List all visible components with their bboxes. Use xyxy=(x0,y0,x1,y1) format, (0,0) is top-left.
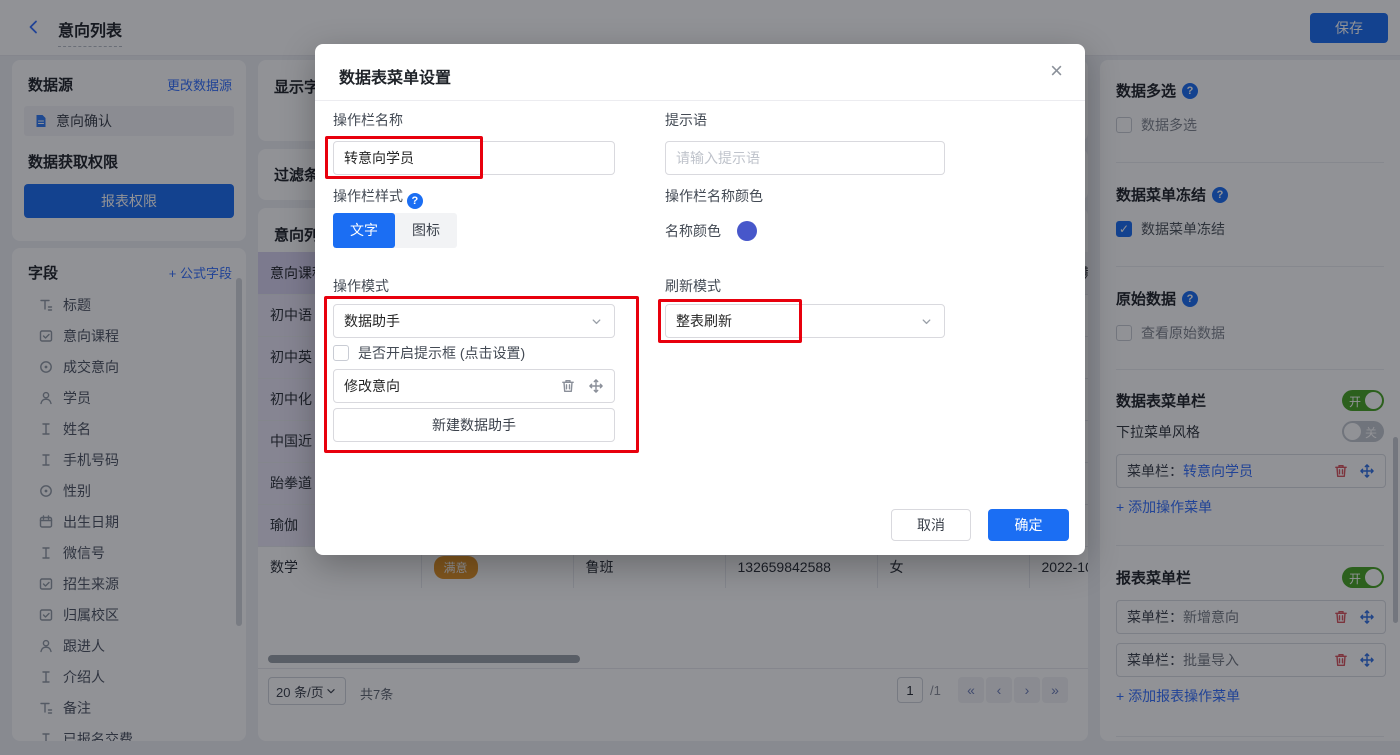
assistant-name: 修改意向 xyxy=(344,376,400,396)
action-style-label: 操作栏样式 ? xyxy=(333,186,423,209)
tip-box-checkbox-label: 是否开启提示框 (点击设置) xyxy=(358,343,525,363)
name-color-label: 名称颜色 xyxy=(665,221,721,241)
chevron-down-icon xyxy=(919,314,934,329)
confirm-button[interactable]: 确定 xyxy=(988,509,1069,541)
modal-title: 数据表菜单设置 xyxy=(339,64,451,88)
tab-text[interactable]: 文字 xyxy=(333,213,395,248)
trash-icon[interactable] xyxy=(560,378,576,394)
name-color-row: 名称颜色 xyxy=(665,221,757,241)
name-color-section-label: 操作栏名称颜色 xyxy=(665,186,763,206)
operation-mode-select[interactable]: 数据助手 xyxy=(333,304,615,338)
move-icon[interactable] xyxy=(588,378,604,394)
data-assistant-item[interactable]: 修改意向 xyxy=(333,369,615,403)
chevron-down-icon xyxy=(589,314,604,329)
modal-header-divider xyxy=(315,100,1085,101)
new-assistant-button[interactable]: 新建数据助手 xyxy=(333,408,615,442)
name-color-swatch[interactable] xyxy=(737,221,757,241)
tip-label: 提示语 xyxy=(665,110,707,130)
cancel-button[interactable]: 取消 xyxy=(891,509,971,541)
tip-box-checkbox[interactable] xyxy=(333,345,349,361)
tip-box-checkbox-row[interactable]: 是否开启提示框 (点击设置) xyxy=(333,343,525,363)
close-icon[interactable]: × xyxy=(1050,58,1063,84)
refresh-mode-label: 刷新模式 xyxy=(665,276,721,296)
tip-input[interactable]: 请输入提示语 xyxy=(665,141,945,175)
refresh-mode-value: 整表刷新 xyxy=(676,311,732,331)
refresh-mode-select[interactable]: 整表刷新 xyxy=(665,304,945,338)
table-menu-settings-modal: 数据表菜单设置 × 操作栏名称 转意向学员 提示语 请输入提示语 操作栏样式 ?… xyxy=(315,44,1085,555)
tab-icon[interactable]: 图标 xyxy=(395,213,457,248)
operation-mode-label: 操作模式 xyxy=(333,276,389,296)
action-style-tabs: 文字 图标 xyxy=(333,213,457,248)
operation-mode-value: 数据助手 xyxy=(344,311,400,331)
action-name-label: 操作栏名称 xyxy=(333,110,403,130)
action-name-input[interactable]: 转意向学员 xyxy=(333,141,615,175)
help-icon[interactable]: ? xyxy=(407,193,423,209)
